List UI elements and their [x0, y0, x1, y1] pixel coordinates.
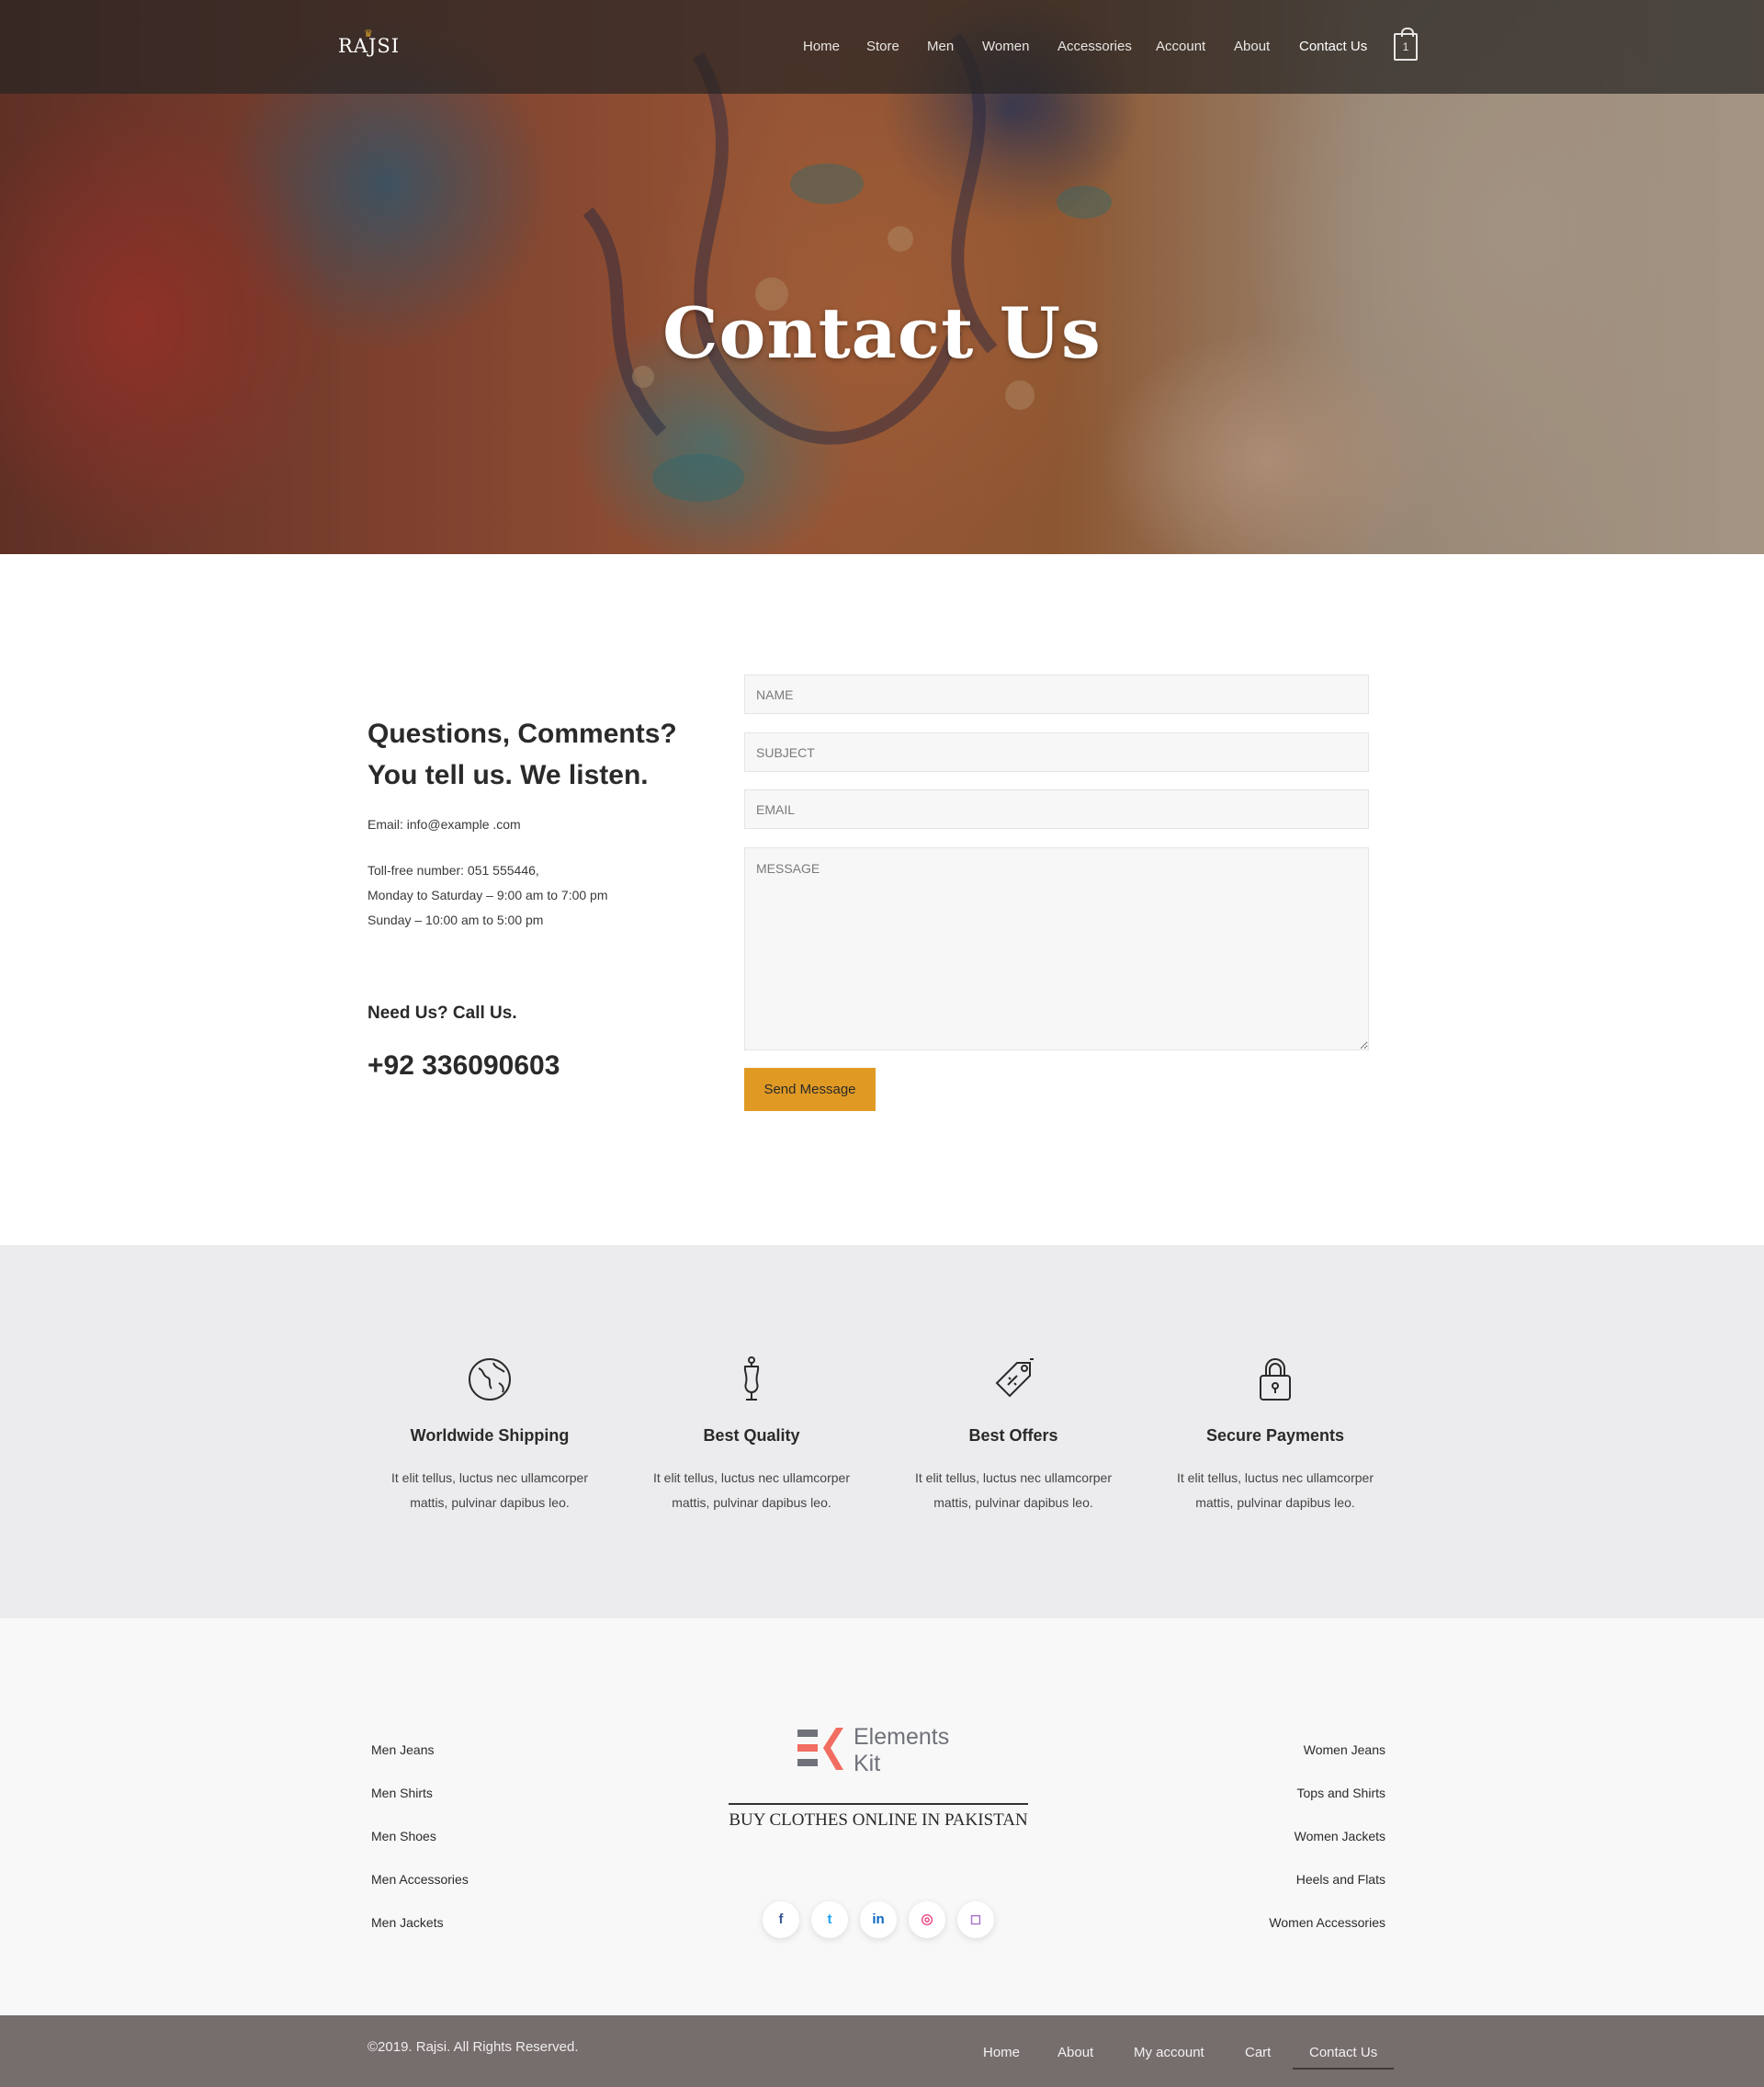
footer-link[interactable]: Men Accessories	[371, 1870, 469, 1913]
page-title: Contact Us	[662, 292, 1102, 374]
nav-men[interactable]: Men	[927, 39, 954, 54]
brand-line1: Elements	[854, 1724, 950, 1750]
dribbble-icon[interactable]: ◎	[909, 1901, 945, 1938]
nav-account[interactable]: Account	[1156, 39, 1205, 54]
feature-best-offers: Best Offers It elit tellus, luctus nec u…	[894, 1355, 1133, 1515]
feature-text: It elit tellus, luctus nec ullamcorper m…	[1177, 1470, 1374, 1510]
sunday-hours: Sunday – 10:00 am to 5:00 pm	[368, 913, 544, 927]
feature-secure-payments: Secure Payments It elit tellus, luctus n…	[1156, 1355, 1395, 1515]
nav-accessories[interactable]: Accessories	[1057, 39, 1132, 54]
subject-input[interactable]	[744, 732, 1369, 772]
contact-heading-line1: Questions, Comments?	[368, 719, 677, 749]
name-input[interactable]	[744, 675, 1369, 714]
nav-contact-us[interactable]: Contact Us	[1299, 39, 1367, 54]
footer-link[interactable]: Heels and Flats	[1269, 1870, 1385, 1913]
contact-email: Email: info@example .com	[368, 817, 521, 832]
footer-link[interactable]: Women Jeans	[1269, 1741, 1385, 1784]
features-section: Worldwide Shipping It elit tellus, luctu…	[0, 1245, 1764, 1618]
nav-women[interactable]: Women	[982, 39, 1029, 54]
footer-women-links: Women Jeans Tops and Shirts Women Jacket…	[1269, 1741, 1385, 1957]
footer-men-links: Men Jeans Men Shirts Men Shoes Men Acces…	[371, 1741, 469, 1957]
footer-link[interactable]: Men Shoes	[371, 1827, 469, 1870]
bottom-nav-contact-us[interactable]: Contact Us	[1293, 2045, 1395, 2070]
feature-title: Worldwide Shipping	[410, 1426, 570, 1445]
lock-icon	[1260, 1358, 1291, 1401]
feature-title: Best Quality	[703, 1426, 800, 1445]
nav-about[interactable]: About	[1234, 39, 1270, 54]
footer-link[interactable]: Tops and Shirts	[1269, 1784, 1386, 1827]
feature-title: Secure Payments	[1205, 1426, 1345, 1445]
elementskit-logo-text: Elements Kit	[854, 1724, 949, 1777]
mannequin-icon	[743, 1356, 760, 1401]
nav-home[interactable]: Home	[803, 39, 840, 54]
crown-icon: ♛	[364, 28, 374, 40]
nav-store[interactable]: Store	[866, 39, 899, 54]
tollfree-number: Toll-free number: 051 555446,	[368, 863, 539, 878]
contact-heading-line2: You tell us. We listen.	[368, 760, 649, 790]
site-logo[interactable]: ♛ RAJSI	[338, 28, 400, 57]
cart-icon[interactable]: 1	[1394, 28, 1418, 61]
contact-hours: Toll-free number: 051 555446, Monday to …	[368, 858, 608, 933]
footer-link[interactable]: Men Jeans	[371, 1741, 469, 1784]
globe-icon	[469, 1358, 511, 1401]
site-header: ♛ RAJSI Home Store Men Women Accessories…	[0, 0, 1764, 94]
footer-link[interactable]: Women Accessories	[1269, 1913, 1385, 1957]
need-us-heading: Need Us? Call Us.	[368, 1004, 517, 1023]
price-tag-icon	[995, 1358, 1034, 1398]
bottom-nav-about[interactable]: About	[1057, 2045, 1093, 2060]
message-textarea[interactable]	[744, 847, 1369, 1050]
send-message-button[interactable]: Send Message	[744, 1068, 876, 1111]
linkedin-icon[interactable]: in	[860, 1901, 897, 1938]
feature-text: It elit tellus, luctus nec ullamcorper m…	[391, 1470, 588, 1510]
email-input[interactable]	[744, 789, 1369, 829]
feature-best-quality: Best Quality It elit tellus, luctus nec …	[632, 1355, 871, 1515]
bottom-nav-cart[interactable]: Cart	[1245, 2045, 1271, 2060]
feature-worldwide-shipping: Worldwide Shipping It elit tellus, luctu…	[370, 1355, 609, 1515]
instagram-icon[interactable]: ◻	[957, 1901, 994, 1938]
copyright: ©2019. Rajsi. All Rights Reserved.	[368, 2039, 579, 2055]
footer-tagline: BUY CLOTHES ONLINE IN PAKISTAN	[729, 1803, 1028, 1831]
contact-heading: Questions, Comments? You tell us. We lis…	[368, 713, 680, 796]
phone-number[interactable]: +92 336090603	[368, 1050, 560, 1082]
footer-link[interactable]: Men Jackets	[371, 1913, 469, 1957]
bottom-nav-my-account[interactable]: My account	[1134, 2045, 1204, 2060]
bottom-bar: ©2019. Rajsi. All Rights Reserved. Home …	[0, 2015, 1764, 2087]
facebook-icon[interactable]: f	[763, 1901, 799, 1938]
feature-title: Best Offers	[968, 1426, 1058, 1445]
feature-text: It elit tellus, luctus nec ullamcorper m…	[653, 1470, 850, 1510]
weekday-hours: Monday to Saturday – 9:00 am to 7:00 pm	[368, 888, 608, 902]
brand-line2: Kit	[854, 1751, 881, 1776]
bottom-nav-home[interactable]: Home	[983, 2045, 1020, 2060]
twitter-icon[interactable]: t	[811, 1901, 848, 1938]
cart-count: 1	[1402, 40, 1409, 53]
feature-text: It elit tellus, luctus nec ullamcorper m…	[915, 1470, 1112, 1510]
footer-link[interactable]: Men Shirts	[371, 1784, 469, 1827]
footer-link[interactable]: Women Jackets	[1269, 1827, 1385, 1870]
